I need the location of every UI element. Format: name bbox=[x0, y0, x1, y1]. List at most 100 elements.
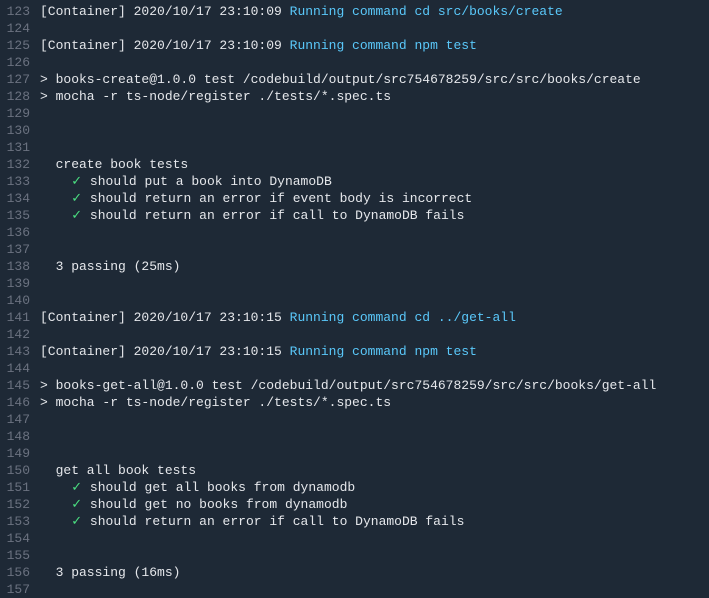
log-line: 130 bbox=[0, 122, 709, 139]
line-number: 132 bbox=[0, 156, 40, 173]
log-line: 139 bbox=[0, 275, 709, 292]
log-line: 124 bbox=[0, 20, 709, 37]
log-line: 144 bbox=[0, 360, 709, 377]
log-line: 145> books-get-all@1.0.0 test /codebuild… bbox=[0, 377, 709, 394]
line-number: 148 bbox=[0, 428, 40, 445]
log-line: 147 bbox=[0, 411, 709, 428]
log-line: 132 create book tests bbox=[0, 156, 709, 173]
log-text: > mocha -r ts-node/register ./tests/*.sp… bbox=[40, 395, 391, 410]
log-text: should return an error if call to Dynamo… bbox=[82, 514, 464, 529]
log-line: 125[Container] 2020/10/17 23:10:09 Runni… bbox=[0, 37, 709, 54]
log-line: 150 get all book tests bbox=[0, 462, 709, 479]
log-line: 156 3 passing (16ms) bbox=[0, 564, 709, 581]
line-number: 136 bbox=[0, 224, 40, 241]
log-line: 133 ✓ should put a book into DynamoDB bbox=[0, 173, 709, 190]
log-text: should return an error if call to Dynamo… bbox=[82, 208, 464, 223]
line-number: 129 bbox=[0, 105, 40, 122]
log-text bbox=[40, 191, 71, 206]
log-text: create book tests bbox=[40, 157, 188, 172]
line-number: 146 bbox=[0, 394, 40, 411]
log-text bbox=[40, 174, 71, 189]
line-number: 156 bbox=[0, 564, 40, 581]
line-number: 155 bbox=[0, 547, 40, 564]
log-text bbox=[40, 514, 71, 529]
line-number: 124 bbox=[0, 20, 40, 37]
log-output: 123[Container] 2020/10/17 23:10:09 Runni… bbox=[0, 0, 709, 598]
line-number: 126 bbox=[0, 54, 40, 71]
command-text: Running command cd src/books/create bbox=[290, 4, 563, 19]
line-content: create book tests bbox=[40, 156, 188, 173]
line-content: ✓ should get all books from dynamodb bbox=[40, 479, 355, 496]
line-content: > books-get-all@1.0.0 test /codebuild/ou… bbox=[40, 377, 656, 394]
log-line: 152 ✓ should get no books from dynamodb bbox=[0, 496, 709, 513]
line-number: 130 bbox=[0, 122, 40, 139]
log-text bbox=[40, 208, 71, 223]
checkmark-icon: ✓ bbox=[71, 497, 82, 512]
log-text: > books-create@1.0.0 test /codebuild/out… bbox=[40, 72, 641, 87]
log-line: 135 ✓ should return an error if call to … bbox=[0, 207, 709, 224]
log-line: 153 ✓ should return an error if call to … bbox=[0, 513, 709, 530]
line-content: 3 passing (25ms) bbox=[40, 258, 180, 275]
log-line: 149 bbox=[0, 445, 709, 462]
log-text: should return an error if event body is … bbox=[82, 191, 472, 206]
log-line: 146> mocha -r ts-node/register ./tests/*… bbox=[0, 394, 709, 411]
line-number: 141 bbox=[0, 309, 40, 326]
command-text: Running command cd ../get-all bbox=[290, 310, 516, 325]
checkmark-icon: ✓ bbox=[71, 208, 82, 223]
log-text: 3 passing (25ms) bbox=[40, 259, 180, 274]
line-content: [Container] 2020/10/17 23:10:09 Running … bbox=[40, 37, 477, 54]
log-line: 123[Container] 2020/10/17 23:10:09 Runni… bbox=[0, 3, 709, 20]
line-number: 152 bbox=[0, 496, 40, 513]
log-text: should put a book into DynamoDB bbox=[82, 174, 332, 189]
line-content: > mocha -r ts-node/register ./tests/*.sp… bbox=[40, 88, 391, 105]
line-content: 3 passing (16ms) bbox=[40, 564, 180, 581]
checkmark-icon: ✓ bbox=[71, 514, 82, 529]
line-number: 154 bbox=[0, 530, 40, 547]
log-text: get all book tests bbox=[40, 463, 196, 478]
line-number: 145 bbox=[0, 377, 40, 394]
log-line: 136 bbox=[0, 224, 709, 241]
log-line: 148 bbox=[0, 428, 709, 445]
log-line: 154 bbox=[0, 530, 709, 547]
log-line: 151 ✓ should get all books from dynamodb bbox=[0, 479, 709, 496]
line-content: [Container] 2020/10/17 23:10:09 Running … bbox=[40, 3, 563, 20]
line-number: 151 bbox=[0, 479, 40, 496]
line-content: ✓ should put a book into DynamoDB bbox=[40, 173, 332, 190]
line-content: ✓ should return an error if event body i… bbox=[40, 190, 472, 207]
line-number: 153 bbox=[0, 513, 40, 530]
line-number: 123 bbox=[0, 3, 40, 20]
line-content: [Container] 2020/10/17 23:10:15 Running … bbox=[40, 309, 516, 326]
log-line: 138 3 passing (25ms) bbox=[0, 258, 709, 275]
log-text: [Container] 2020/10/17 23:10:15 bbox=[40, 310, 290, 325]
checkmark-icon: ✓ bbox=[71, 191, 82, 206]
log-text bbox=[40, 497, 71, 512]
log-text: [Container] 2020/10/17 23:10:15 bbox=[40, 344, 290, 359]
line-number: 138 bbox=[0, 258, 40, 275]
line-number: 133 bbox=[0, 173, 40, 190]
line-content: ✓ should return an error if call to Dyna… bbox=[40, 513, 464, 530]
line-content: ✓ should return an error if call to Dyna… bbox=[40, 207, 464, 224]
log-line: 142 bbox=[0, 326, 709, 343]
line-number: 147 bbox=[0, 411, 40, 428]
log-line: 134 ✓ should return an error if event bo… bbox=[0, 190, 709, 207]
log-text: should get all books from dynamodb bbox=[82, 480, 355, 495]
line-number: 125 bbox=[0, 37, 40, 54]
log-text: [Container] 2020/10/17 23:10:09 bbox=[40, 4, 290, 19]
line-number: 137 bbox=[0, 241, 40, 258]
line-number: 144 bbox=[0, 360, 40, 377]
log-line: 140 bbox=[0, 292, 709, 309]
log-text: > books-get-all@1.0.0 test /codebuild/ou… bbox=[40, 378, 656, 393]
line-content: > books-create@1.0.0 test /codebuild/out… bbox=[40, 71, 641, 88]
line-number: 157 bbox=[0, 581, 40, 598]
log-text: [Container] 2020/10/17 23:10:09 bbox=[40, 38, 290, 53]
log-text: should get no books from dynamodb bbox=[82, 497, 347, 512]
line-number: 135 bbox=[0, 207, 40, 224]
line-number: 142 bbox=[0, 326, 40, 343]
log-line: 137 bbox=[0, 241, 709, 258]
log-line: 129 bbox=[0, 105, 709, 122]
log-text: 3 passing (16ms) bbox=[40, 565, 180, 580]
line-number: 131 bbox=[0, 139, 40, 156]
log-line: 155 bbox=[0, 547, 709, 564]
line-number: 143 bbox=[0, 343, 40, 360]
line-content: get all book tests bbox=[40, 462, 196, 479]
